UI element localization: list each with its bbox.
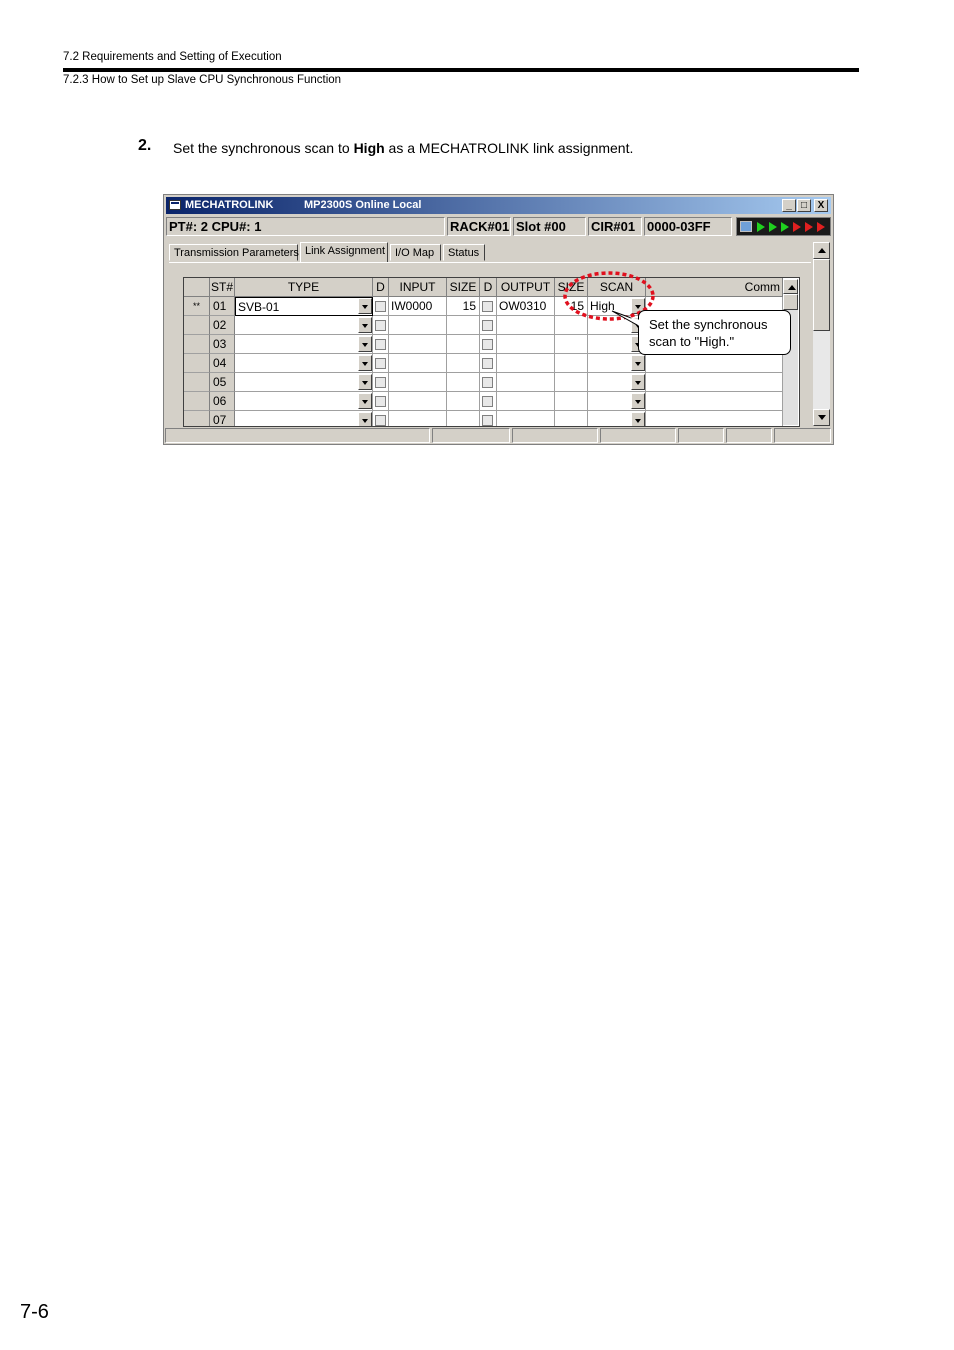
annotation-layer — [563, 271, 655, 331]
callout-line-2: scan to "High." — [649, 334, 735, 349]
callout-box: Set the synchronous scan to "High." — [638, 310, 791, 355]
callout-line-1: Set the synchronous — [649, 317, 768, 332]
